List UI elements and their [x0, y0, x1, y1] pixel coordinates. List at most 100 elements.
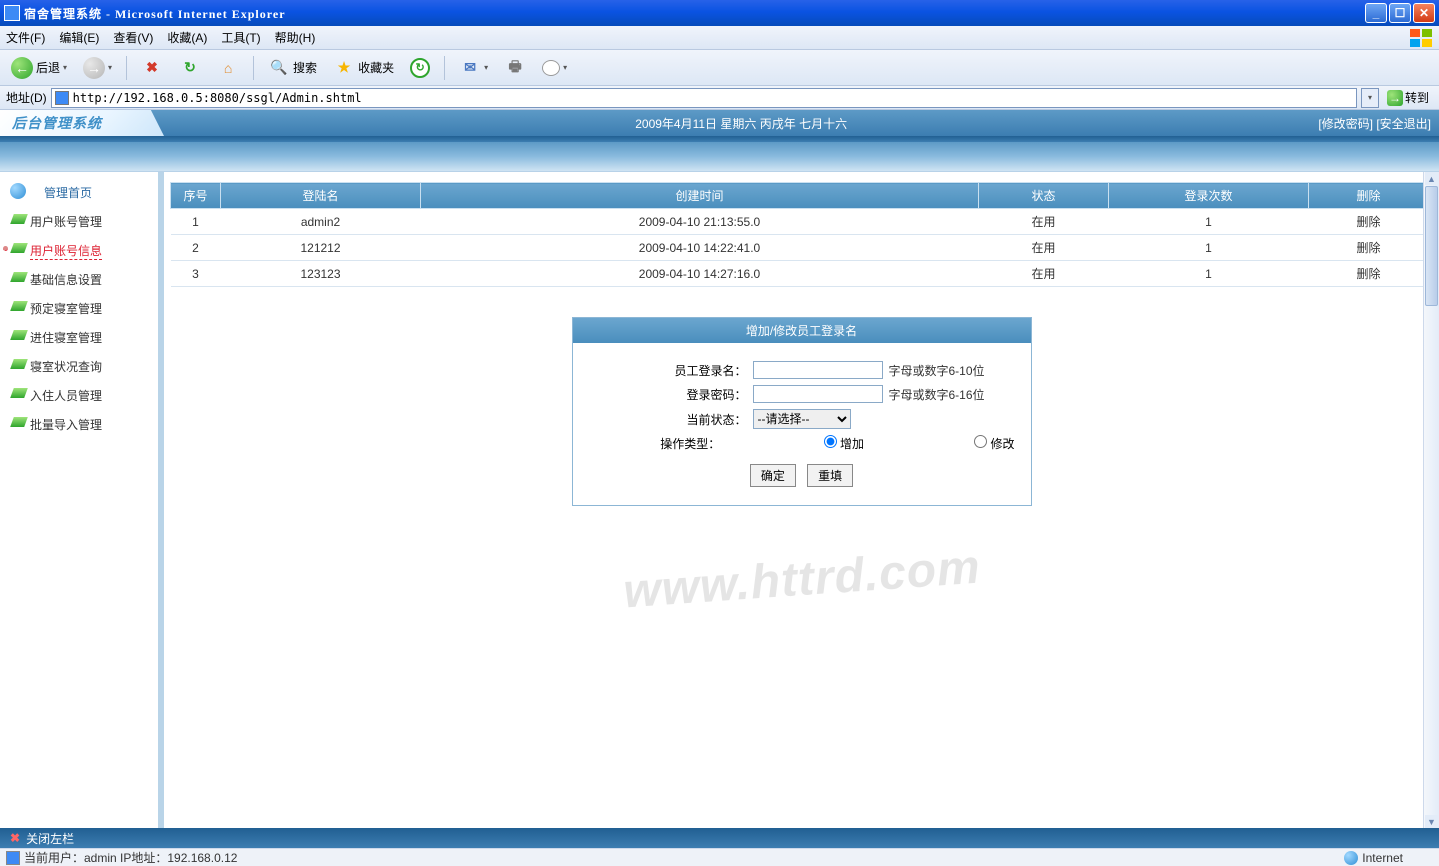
- chevron-down-icon: ▾: [563, 63, 567, 72]
- sidebar-item[interactable]: 进住寝室管理: [0, 323, 158, 352]
- stop-icon: ✖: [141, 57, 163, 79]
- opt-mod-label[interactable]: 修改: [877, 435, 1021, 452]
- delete-cell[interactable]: 删除: [1309, 209, 1429, 235]
- delete-cell[interactable]: 删除: [1309, 235, 1429, 261]
- stop-button[interactable]: ✖: [136, 54, 168, 82]
- opt-add-radio[interactable]: [824, 435, 837, 448]
- minimize-button[interactable]: _: [1365, 3, 1387, 23]
- menu-file[interactable]: 文件(F): [6, 29, 45, 46]
- sidebar-item[interactable]: 用户账号信息: [0, 236, 158, 265]
- address-input[interactable]: [73, 91, 1353, 105]
- sidebar: 管理首页用户账号管理用户账号信息基础信息设置预定寝室管理进住寝室管理寝室状况查询…: [0, 172, 164, 828]
- change-password-link[interactable]: [修改密码]: [1318, 117, 1373, 131]
- sidebar-item[interactable]: 批量导入管理: [0, 410, 158, 439]
- favorites-button[interactable]: ★ 收藏夹: [328, 54, 399, 82]
- back-button[interactable]: ← 后退 ▾: [6, 54, 72, 82]
- separator: [444, 56, 445, 80]
- delete-cell[interactable]: 删除: [1309, 261, 1429, 287]
- login-label: 员工登录名：: [583, 362, 753, 379]
- menu-view[interactable]: 查看(V): [113, 29, 153, 46]
- windows-logo-icon: [1409, 28, 1433, 48]
- header-links: [修改密码] [安全退出]: [1318, 115, 1439, 132]
- menu-favorites[interactable]: 收藏(A): [167, 29, 207, 46]
- app-header: 后台管理系统 2009年4月11日 星期六 丙戌年 七月十六 [修改密码] [安…: [0, 110, 1439, 136]
- col-delete: 删除: [1309, 183, 1429, 209]
- col-count: 登录次数: [1109, 183, 1309, 209]
- history-icon: ↻: [410, 58, 430, 78]
- edit-button[interactable]: ▾: [537, 57, 572, 79]
- state-select[interactable]: --请选择--: [753, 409, 851, 429]
- mail-icon: ✉: [459, 57, 481, 79]
- sidebar-home[interactable]: 管理首页: [0, 178, 158, 207]
- active-dot-icon: [3, 246, 8, 251]
- back-arrow-icon: ←: [11, 57, 33, 79]
- menu-edit[interactable]: 编辑(E): [59, 29, 99, 46]
- refresh-button[interactable]: ↻: [174, 54, 206, 82]
- back-label: 后退: [36, 59, 60, 76]
- chevron-down-icon: ▾: [63, 63, 67, 72]
- scrollbar[interactable]: ▲ ▼: [1423, 172, 1439, 828]
- add-edit-form: 增加/修改员工登录名 员工登录名： 字母或数字6-10位 登录密码： 字母或数字…: [572, 317, 1032, 506]
- page-favicon-icon: [6, 851, 20, 865]
- maximize-button[interactable]: ☐: [1389, 3, 1411, 23]
- home-icon: ⌂: [217, 57, 239, 79]
- print-icon: 🖶: [504, 57, 526, 79]
- history-button[interactable]: ↻: [405, 55, 435, 81]
- form-title: 增加/修改员工登录名: [573, 318, 1031, 343]
- search-button[interactable]: 🔍 搜索: [263, 54, 322, 82]
- opt-add-label[interactable]: 增加: [726, 435, 870, 452]
- state-label: 当前状态：: [583, 411, 753, 428]
- mail-button[interactable]: ✉▾: [454, 54, 493, 82]
- cell-count: 1: [1109, 235, 1309, 261]
- scroll-down-button[interactable]: ▼: [1425, 815, 1438, 828]
- cell-created: 2009-04-10 21:13:55.0: [421, 209, 979, 235]
- cell-login: 121212: [221, 235, 421, 261]
- sidebar-item[interactable]: 基础信息设置: [0, 265, 158, 294]
- scroll-thumb[interactable]: [1425, 186, 1438, 306]
- password-label: 登录密码：: [583, 386, 753, 403]
- forward-button[interactable]: → ▾: [78, 54, 117, 82]
- password-input[interactable]: [753, 385, 883, 403]
- address-dropdown-button[interactable]: ▾: [1361, 88, 1379, 108]
- login-input[interactable]: [753, 361, 883, 379]
- sidebar-item[interactable]: 用户账号管理: [0, 207, 158, 236]
- cell-count: 1: [1109, 209, 1309, 235]
- menu-tools[interactable]: 工具(T): [221, 29, 260, 46]
- home-button[interactable]: ⌂: [212, 54, 244, 82]
- app-body: 管理首页用户账号管理用户账号信息基础信息设置预定寝室管理进住寝室管理寝室状况查询…: [0, 172, 1439, 828]
- close-left-icon[interactable]: ✖: [10, 831, 20, 845]
- page-favicon-icon: [55, 91, 69, 105]
- close-left-label[interactable]: 关闭左栏: [26, 830, 74, 847]
- reset-button[interactable]: 重填: [807, 464, 853, 487]
- favorites-label: 收藏夹: [358, 59, 394, 76]
- menu-help[interactable]: 帮助(H): [275, 29, 316, 46]
- opt-add-text: 增加: [840, 437, 864, 451]
- chevron-down-icon: ▾: [108, 63, 112, 72]
- go-label: 转到: [1405, 89, 1429, 106]
- app-logo: 后台管理系统: [0, 110, 164, 136]
- submit-button[interactable]: 确定: [750, 464, 796, 487]
- cell-created: 2009-04-10 14:22:41.0: [421, 235, 979, 261]
- scroll-up-button[interactable]: ▲: [1425, 172, 1438, 185]
- opt-mod-radio[interactable]: [974, 435, 987, 448]
- separator: [126, 56, 127, 80]
- logout-link[interactable]: [安全退出]: [1376, 117, 1431, 131]
- refresh-icon: ↻: [179, 57, 201, 79]
- sidebar-item[interactable]: 寝室状况查询: [0, 352, 158, 381]
- window-titlebar: 宿舍管理系统 - Microsoft Internet Explorer _ ☐…: [0, 0, 1439, 26]
- cell-idx: 3: [171, 261, 221, 287]
- watermark: www.httrd.com: [621, 540, 982, 620]
- sidebar-item[interactable]: 入住人员管理: [0, 381, 158, 410]
- separator: [253, 56, 254, 80]
- go-button[interactable]: → 转到: [1383, 89, 1433, 106]
- address-label: 地址(D): [6, 89, 47, 106]
- chevron-down-icon: ▾: [484, 63, 488, 72]
- header-strip: [0, 142, 1439, 172]
- cell-login: admin2: [221, 209, 421, 235]
- ie-icon: [4, 5, 20, 21]
- window-close-button[interactable]: ✕: [1413, 3, 1435, 23]
- toolbar: ← 后退 ▾ → ▾ ✖ ↻ ⌂ 🔍 搜索 ★ 收藏夹 ↻ ✉▾ 🖶 ▾: [0, 50, 1439, 86]
- table-row: 21212122009-04-10 14:22:41.0在用1删除: [171, 235, 1429, 261]
- sidebar-item[interactable]: 预定寝室管理: [0, 294, 158, 323]
- print-button[interactable]: 🖶: [499, 54, 531, 82]
